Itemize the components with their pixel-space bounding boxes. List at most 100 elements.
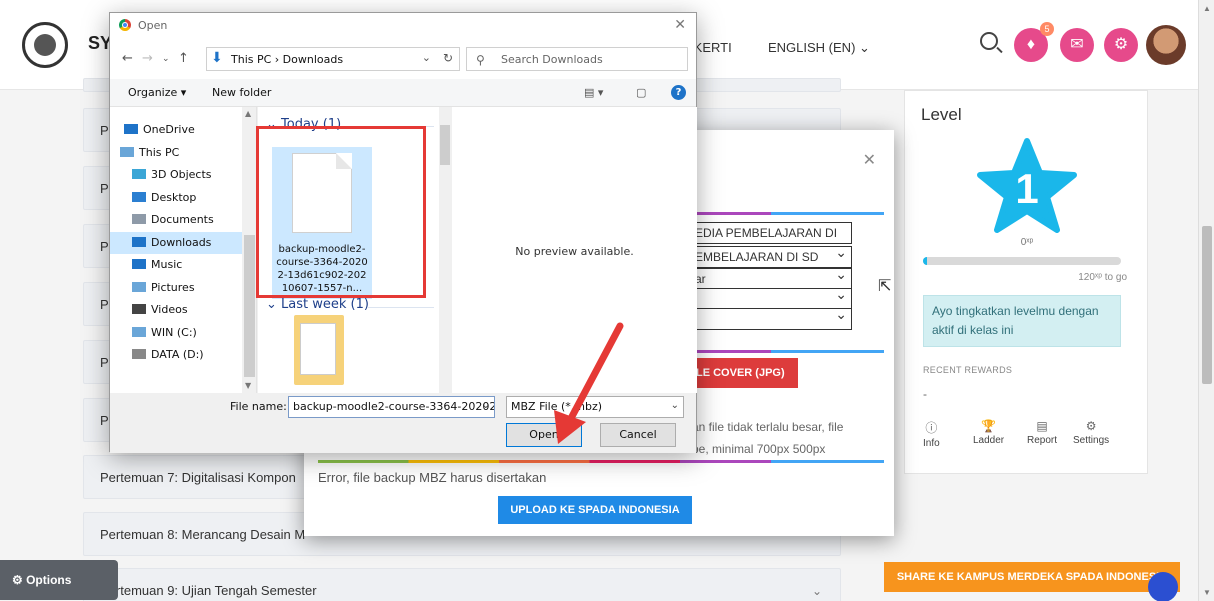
back-arrow-icon[interactable]: ← — [122, 51, 133, 66]
folder-item-icon[interactable] — [294, 315, 344, 385]
tree-item-label: DATA (D:) — [151, 348, 204, 361]
tree-item-label: Documents — [151, 213, 214, 226]
options-button[interactable]: ⚙ Options — [0, 560, 118, 600]
tree-item-this-pc[interactable]: This PC — [110, 142, 242, 164]
level-star-icon: 1 — [977, 137, 1077, 233]
help-icon[interactable]: ? — [671, 85, 686, 100]
user-avatar[interactable] — [1146, 25, 1186, 65]
dialog-toolbar: Organize ▾ New folder ▤ ▾ ▢ ? — [110, 79, 696, 107]
address-row: ← → ⌄ ↑ ⬇ This PC › Downloads ⌄ ↻ ⚲ Sear… — [110, 39, 696, 79]
tree-item-downloads[interactable]: Downloads — [110, 231, 242, 254]
scroll-down-arrow-icon[interactable]: ▼ — [245, 381, 251, 390]
new-folder-button[interactable]: New folder — [212, 86, 271, 99]
group-last-week[interactable]: ⌄ Last week (1) — [266, 297, 369, 312]
level-panel: Level 1 0ˣᵖ 120ˣᵖ to go Ayo tingkatkan l… — [904, 90, 1148, 474]
tab-report[interactable]: ▤ Report — [1027, 419, 1057, 446]
scroll-up-arrow-icon[interactable]: ▲ — [245, 109, 251, 118]
chrome-icon — [119, 19, 131, 31]
group-divider — [368, 307, 434, 308]
view-options-icon[interactable]: ▤ ▾ — [584, 86, 603, 99]
preview-pane-icon[interactable]: ▢ — [636, 86, 646, 99]
chevron-down-icon: ⌄ — [811, 584, 822, 598]
tree-item-label: 3D Objects — [151, 168, 212, 181]
upload-cover-button[interactable]: LE COVER (JPG) — [692, 358, 798, 388]
forward-arrow-icon[interactable]: → — [142, 51, 153, 66]
xp-value: 0ˣᵖ — [1020, 237, 1034, 248]
chevron-down-icon[interactable]: ⌄ — [671, 400, 679, 411]
course-name-field[interactable]: EDIA PEMBELAJARAN DI — [692, 222, 852, 244]
chevron-down-icon[interactable]: ⌄ — [422, 51, 431, 64]
university-logo[interactable] — [22, 22, 68, 68]
tab-ladder[interactable]: 🏆 Ladder — [973, 419, 1004, 446]
chat-icon[interactable]: ✉ — [1060, 28, 1094, 62]
search-icon: ⚲ — [476, 53, 485, 67]
tree-item-data-d[interactable]: DATA (D:) — [110, 344, 242, 366]
level-select[interactable]: ar — [692, 268, 852, 290]
chevron-down-icon[interactable]: ⌄ — [162, 54, 170, 64]
tree-item-pictures[interactable]: Pictures — [110, 277, 242, 299]
tree-item-music[interactable]: Music — [110, 254, 242, 276]
navigation-tree: ▲ ▼ OneDrive This PC 3D Objects Desktop Docu… — [110, 107, 257, 393]
option-select-3[interactable] — [692, 288, 852, 310]
dialog-title: Open — [138, 19, 168, 32]
gear-icon: ⚙ — [1085, 419, 1097, 433]
option-select-4[interactable] — [692, 308, 852, 330]
tree-item-label: OneDrive — [143, 123, 195, 136]
file-name-label: File name: — [230, 400, 287, 413]
chevron-down-icon: ⌄ — [266, 297, 282, 312]
course-section-pertemuan-9[interactable]: Pertemuan 9: Ujian Tengah Semester ⌄ — [83, 568, 841, 601]
tree-scrollbar[interactable]: ▲ ▼ — [242, 107, 256, 393]
tab-info[interactable]: ⓘ Info — [923, 419, 940, 449]
up-arrow-icon[interactable]: ↑ — [178, 51, 189, 66]
file-name-input[interactable]: backup-moodle2-course-3364-20202 ⌄ — [288, 396, 495, 418]
file-list-scrollbar[interactable] — [439, 107, 451, 393]
file-list-scrollbar-thumb[interactable] — [440, 125, 450, 165]
computer-icon — [120, 146, 134, 157]
upload-spada-button[interactable]: UPLOAD KE SPADA INDONESIA — [498, 496, 692, 524]
refresh-icon[interactable]: ↻ — [443, 51, 453, 65]
tree-item-win-c[interactable]: WIN (C:) — [110, 322, 242, 344]
close-icon[interactable]: ✕ — [863, 150, 876, 170]
preview-message: No preview available. — [515, 245, 634, 258]
category-select[interactable]: EMBELAJARAN DI SD — [692, 246, 852, 268]
tree-item-documents[interactable]: Documents — [110, 209, 242, 231]
share-kampus-merdeka-button[interactable]: SHARE KE KAMPUS MERDEKA SPADA INDONESIA — [884, 562, 1180, 592]
page-scrollbar[interactable]: ▲ ▼ — [1198, 0, 1214, 601]
desktop-icon — [132, 191, 146, 202]
tree-item-label: WIN (C:) — [151, 325, 197, 339]
mouse-cursor-icon: ⇱ — [878, 278, 892, 295]
scroll-up-arrow-icon[interactable]: ▲ — [1202, 4, 1212, 13]
tree-item-onedrive[interactable]: OneDrive — [110, 119, 242, 141]
organize-menu[interactable]: Organize ▾ — [128, 86, 186, 99]
close-icon[interactable]: ✕ — [674, 17, 686, 33]
search-icon[interactable] — [980, 32, 998, 50]
xp-progress-bar — [923, 257, 1121, 265]
tree-item-videos[interactable]: Videos — [110, 299, 242, 321]
recent-rewards-value: - — [923, 387, 927, 401]
scroll-down-arrow-icon[interactable]: ▼ — [1202, 588, 1212, 597]
address-bar[interactable]: ⬇ This PC › Downloads ⌄ ↻ — [206, 47, 460, 71]
tab-settings[interactable]: ⚙ Settings — [1073, 419, 1109, 446]
help-fab-button[interactable] — [1148, 572, 1178, 601]
tree-scrollbar-thumb[interactable] — [244, 235, 255, 377]
red-arrow-annotation — [554, 322, 624, 444]
download-arrow-icon: ⬇ — [211, 50, 223, 66]
search-placeholder: Search Downloads — [501, 53, 603, 66]
dialog-titlebar[interactable]: Open ✕ — [110, 13, 696, 39]
upload-note-line-2: be, minimal 700px 500px — [692, 442, 826, 456]
page-scrollbar-thumb[interactable] — [1202, 226, 1212, 384]
tree-item-desktop[interactable]: Desktop — [110, 187, 242, 209]
downloads-icon — [132, 236, 146, 247]
level-number: 1 — [1015, 165, 1039, 212]
tree-item-3d-objects[interactable]: 3D Objects — [110, 164, 242, 186]
chevron-down-icon[interactable]: ⌄ — [482, 400, 490, 411]
tree-item-label: Downloads — [151, 235, 212, 249]
error-message: Error, file backup MBZ harus disertakan — [318, 470, 547, 485]
search-downloads-input[interactable]: ⚲ Search Downloads — [466, 47, 688, 71]
settings-gear-icon[interactable]: ⚙ — [1104, 28, 1138, 62]
info-icon: ⓘ — [925, 421, 938, 435]
address-path: This PC › Downloads — [231, 53, 344, 66]
language-selector[interactable]: ENGLISH (EN) ⌄ — [768, 40, 870, 56]
3d-objects-icon — [132, 169, 146, 179]
highlight-box-annotation — [256, 126, 426, 298]
